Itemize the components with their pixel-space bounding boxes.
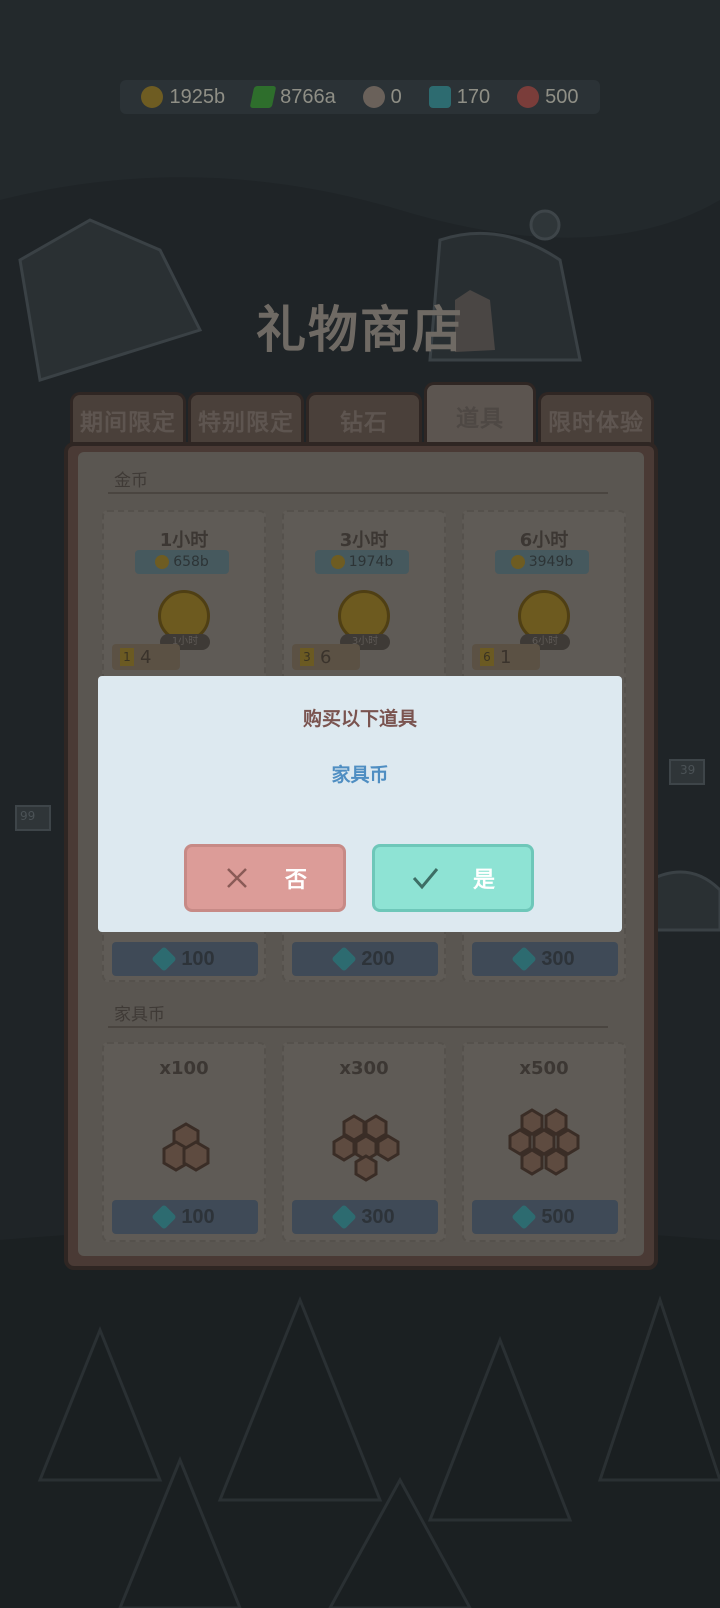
tab-diamond[interactable]: 钻石 bbox=[306, 392, 422, 444]
card-title: x300 bbox=[339, 1058, 389, 1079]
section-divider bbox=[108, 1026, 608, 1028]
furniture-coins-icon bbox=[508, 1108, 580, 1176]
ticket-icon: 6 bbox=[480, 648, 494, 666]
dialog-item-name: 家具币 bbox=[331, 764, 389, 786]
currency-candy[interactable]: 500 bbox=[517, 86, 578, 109]
gold-coin-icon bbox=[141, 86, 164, 108]
energy-icon bbox=[249, 86, 277, 108]
cost-button[interactable]: 300 bbox=[472, 942, 618, 976]
no-label: 否 bbox=[284, 868, 307, 893]
count-tag: 3 6 bbox=[292, 644, 360, 670]
cost-button[interactable]: 100 bbox=[112, 1200, 258, 1234]
gold-value: 1925b bbox=[169, 85, 226, 108]
count-tag: 1 4 bbox=[112, 644, 180, 670]
tab-period-limited[interactable]: 期间限定 bbox=[70, 392, 186, 444]
diamond-icon bbox=[428, 86, 451, 108]
cat-food-value: 0 bbox=[390, 85, 402, 108]
tab-limited-trial[interactable]: 限时体验 bbox=[538, 392, 654, 444]
currency-bar: 1925b 8766a 0 170 500 bbox=[120, 80, 600, 114]
currency-energy[interactable]: 8766a bbox=[249, 85, 336, 109]
section-label-gold: 金币 bbox=[114, 471, 148, 491]
card-title: 1小时 bbox=[159, 530, 209, 551]
section-label-furniture: 家具币 bbox=[114, 1005, 165, 1025]
candy-value: 500 bbox=[545, 85, 579, 108]
purchase-dialog: 购买以下道具 家具币 否 是 bbox=[98, 676, 622, 932]
energy-value: 8766a bbox=[280, 85, 336, 108]
ticket-icon: 1 bbox=[120, 648, 134, 666]
sign-left: 99 bbox=[20, 809, 36, 823]
card-title: 3小时 bbox=[339, 530, 389, 551]
diamond-icon bbox=[511, 946, 538, 972]
gold-coin-icon bbox=[510, 555, 525, 569]
price-pill: 3949b bbox=[495, 550, 589, 574]
shop-tabs: 期间限定 特别限定 钻石 道具 限时体验 bbox=[70, 382, 655, 446]
shop-title: 礼物商店 bbox=[256, 301, 464, 359]
tab-special-limited[interactable]: 特别限定 bbox=[188, 392, 304, 444]
card-title: x100 bbox=[159, 1058, 209, 1079]
furniture-card-100[interactable]: x100 100 bbox=[102, 1042, 266, 1242]
sign-right: 39 bbox=[680, 763, 696, 777]
candy-icon bbox=[517, 86, 540, 108]
no-button[interactable]: 否 bbox=[184, 844, 346, 912]
cost-button[interactable]: 200 bbox=[292, 942, 438, 976]
currency-diamond[interactable]: 170 bbox=[428, 85, 491, 109]
ticket-icon: 3 bbox=[300, 648, 314, 666]
check-icon bbox=[412, 868, 439, 890]
furniture-coins-icon bbox=[332, 1114, 400, 1182]
furniture-coins-icon bbox=[162, 1122, 210, 1172]
section-divider bbox=[108, 492, 608, 494]
currency-cat-food[interactable]: 0 bbox=[362, 85, 402, 109]
count-tag: 6 1 bbox=[472, 644, 540, 670]
gold-coin-icon bbox=[330, 555, 345, 569]
price-pill: 658b bbox=[135, 550, 229, 574]
cost-button[interactable]: 300 bbox=[292, 1200, 438, 1234]
cost-button[interactable]: 500 bbox=[472, 1200, 618, 1234]
gold-coin-icon bbox=[155, 555, 170, 569]
price-pill: 1974b bbox=[315, 550, 409, 574]
tab-items[interactable]: 道具 bbox=[424, 382, 536, 446]
currency-gold[interactable]: 1925b bbox=[141, 86, 225, 109]
close-icon bbox=[227, 868, 247, 888]
diamond-icon bbox=[151, 1204, 178, 1230]
dialog-title: 购买以下道具 bbox=[302, 708, 417, 730]
yes-button[interactable]: 是 bbox=[372, 844, 534, 912]
card-title: 6小时 bbox=[519, 530, 569, 551]
cat-food-icon bbox=[362, 86, 385, 108]
cost-button[interactable]: 100 bbox=[112, 942, 258, 976]
diamond-icon bbox=[331, 1204, 358, 1230]
diamond-icon bbox=[331, 946, 358, 972]
yes-label: 是 bbox=[472, 868, 495, 893]
diamond-value: 170 bbox=[456, 85, 491, 108]
diamond-icon bbox=[151, 946, 178, 972]
diamond-icon bbox=[511, 1204, 538, 1230]
furniture-card-500[interactable]: x500 500 bbox=[462, 1042, 626, 1242]
card-title: x500 bbox=[519, 1058, 569, 1079]
furniture-card-300[interactable]: x300 300 bbox=[282, 1042, 446, 1242]
